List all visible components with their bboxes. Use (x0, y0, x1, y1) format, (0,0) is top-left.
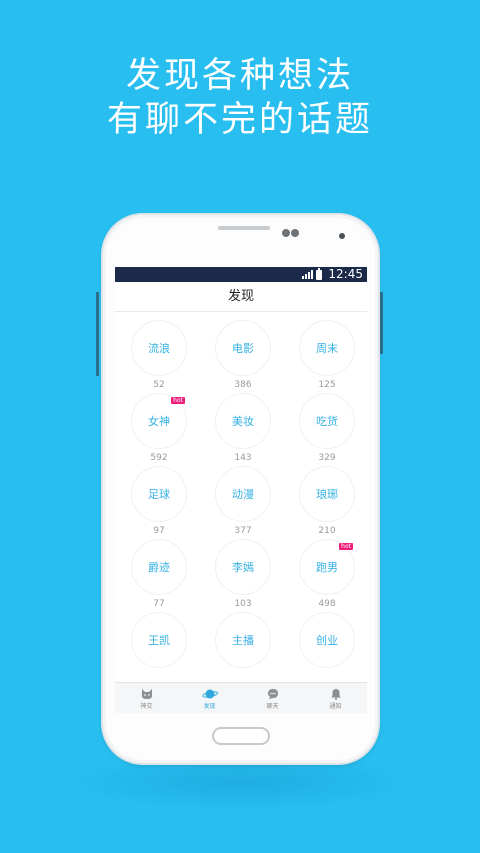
battery-icon (316, 267, 323, 280)
tab-1[interactable]: 发现 (178, 683, 241, 713)
promo-headline-line1: 发现各种想法 (125, 56, 354, 96)
topic-count: 125 (318, 380, 336, 390)
topic-circle[interactable]: 创业 (299, 612, 355, 668)
topic-item[interactable]: 动漫 377 (201, 466, 285, 536)
topic-item[interactable]: 爵迹 77 (117, 539, 201, 609)
topic-circle[interactable]: 足球 (131, 466, 187, 522)
phone-speaker (218, 226, 270, 230)
topic-item[interactable]: 创业76 (285, 612, 367, 671)
chat-bubble-icon (241, 687, 304, 700)
topic-circle[interactable]: 电影 (215, 320, 271, 376)
topic-label: 吃货 (316, 415, 338, 428)
topic-item[interactable]: 足球 97 (117, 466, 201, 536)
topic-count: 386 (234, 380, 252, 390)
topic-item[interactable]: 吃货 329 (285, 393, 367, 463)
topic-item[interactable]: 美妆 143 (201, 393, 285, 463)
tab-2[interactable]: 聊天 (241, 683, 304, 713)
topic-count: 210 (318, 526, 336, 536)
topic-label: 创业 (316, 634, 338, 647)
topic-label: 李嫣 (232, 561, 254, 574)
topic-label: 女神 (148, 415, 170, 428)
topic-item[interactable]: 电影 386 (201, 320, 285, 390)
topic-label: 爵迹 (148, 561, 170, 574)
topic-item[interactable]: 跑男 hot 498 (285, 539, 367, 609)
topic-circle[interactable]: 主播 (215, 612, 271, 668)
phone-home-button (212, 727, 270, 745)
topic-item[interactable]: 琅琊 210 (285, 466, 367, 536)
bell-icon (304, 687, 367, 700)
topic-circle[interactable]: 王凯 (131, 612, 187, 668)
cat-face-icon (115, 687, 178, 700)
topic-count: 97 (153, 526, 165, 536)
topic-label: 足球 (148, 488, 170, 501)
topic-circle[interactable]: 女神 hot (131, 393, 187, 449)
tab-label: 发现 (203, 703, 216, 710)
tab-label: 通知 (329, 703, 342, 710)
topic-circle[interactable]: 美妆 (215, 393, 271, 449)
topic-label: 动漫 (232, 488, 254, 501)
topic-item[interactable]: 流浪 52 (117, 320, 201, 390)
tab-label: 神交 (140, 703, 153, 710)
promo-headline-line2: 有聊不完的话题 (106, 100, 373, 140)
tab-3[interactable]: 通知 (304, 683, 367, 713)
topic-count: 103 (234, 599, 252, 609)
phone-volume-button (96, 292, 99, 376)
status-bar: 12:45 (115, 267, 367, 282)
topic-count: 498 (318, 599, 336, 609)
phone-sensor (291, 229, 299, 237)
topic-item[interactable]: 女神 hot 592 (117, 393, 201, 463)
topic-circle[interactable]: 流浪 (131, 320, 187, 376)
signal-icon (302, 270, 314, 279)
phone-sensor (282, 229, 290, 237)
topic-grid: 流浪 52 电影 386 周末 125 女神 hot 592 美妆 143 吃货 329 足球 97 动漫 37… (115, 312, 367, 671)
topic-circle[interactable]: 吃货 (299, 393, 355, 449)
topic-label: 周末 (316, 342, 338, 355)
status-time: 12:45 (328, 267, 363, 281)
topic-circle[interactable]: 跑男 hot (299, 539, 355, 595)
planet-icon (178, 687, 241, 700)
hot-badge: hot (171, 397, 185, 404)
topic-count: 77 (153, 599, 165, 609)
topic-count: 143 (234, 453, 252, 463)
topic-circle[interactable]: 动漫 (215, 466, 271, 522)
topic-label: 王凯 (148, 634, 170, 647)
topic-item[interactable]: 王凯219 (117, 612, 201, 671)
topic-label: 琅琊 (316, 488, 338, 501)
tab-0[interactable]: 神交 (115, 683, 178, 713)
topic-circle[interactable]: 周末 (299, 320, 355, 376)
phone-front-camera (339, 233, 345, 239)
topic-item[interactable]: 李嫣 103 (201, 539, 285, 609)
topic-item[interactable]: 主播301 (201, 612, 285, 671)
topic-label: 美妆 (232, 415, 254, 428)
topic-circle[interactable]: 爵迹 (131, 539, 187, 595)
status-indicators: 12:45 (302, 267, 363, 282)
hot-badge: hot (339, 543, 353, 550)
bottom-tab-bar: 神交 发现 聊天 通知 (115, 682, 367, 713)
topic-count: 52 (153, 380, 165, 390)
app-screen: 12:45 发现 流浪 52 电影 386 周末 125 女神 hot 592 美妆 143 吃货 32… (115, 267, 367, 713)
topic-count: 592 (150, 453, 168, 463)
topic-label: 流浪 (148, 342, 170, 355)
topic-count: 329 (318, 453, 336, 463)
page-title: 发现 (115, 282, 367, 312)
topic-circle[interactable]: 琅琊 (299, 466, 355, 522)
phone-frame: 12:45 发现 流浪 52 电影 386 周末 125 女神 hot 592 美妆 143 吃货 32… (101, 213, 380, 765)
topic-count: 377 (234, 526, 252, 536)
topic-label: 跑男 (316, 561, 338, 574)
topic-item[interactable]: 周末 125 (285, 320, 367, 390)
topic-label: 主播 (232, 634, 254, 647)
topic-circle[interactable]: 李嫣 (215, 539, 271, 595)
topic-label: 电影 (232, 342, 254, 355)
phone-power-button (380, 292, 383, 354)
tab-label: 聊天 (266, 703, 279, 710)
